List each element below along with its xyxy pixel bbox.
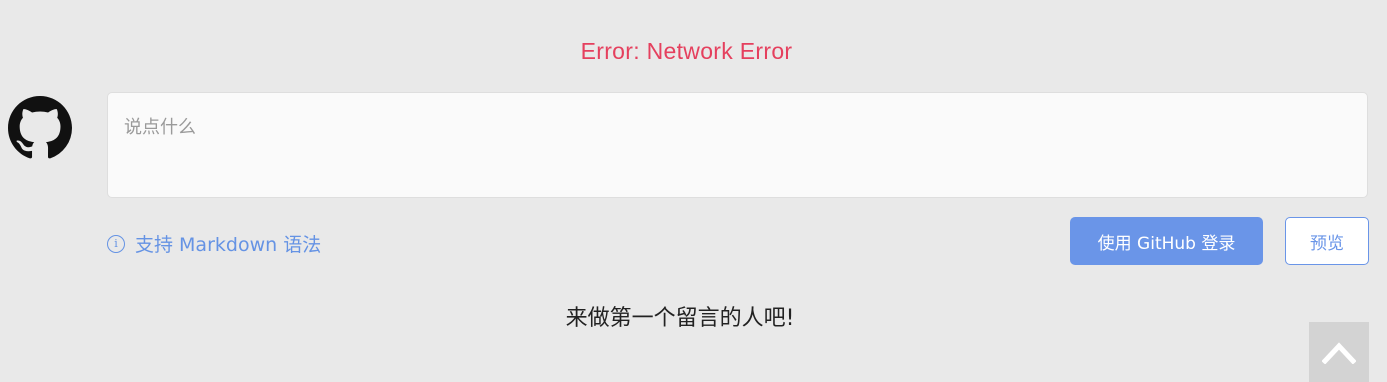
empty-comments-message: 来做第一个留言的人吧!: [565, 306, 795, 331]
info-icon: i: [107, 234, 125, 253]
error-message: Error: Network Error: [580, 38, 793, 64]
comment-editor: [107, 92, 1368, 198]
comment-widget: Error: Network Error i 支持 Markdown 语法 使用…: [0, 0, 1387, 382]
github-icon: [8, 96, 72, 159]
preview-button[interactable]: 预览: [1285, 217, 1369, 265]
markdown-help-label: 支持 Markdown 语法: [135, 234, 322, 256]
chevron-up-icon: [1322, 342, 1356, 364]
back-to-top-button[interactable]: [1309, 322, 1369, 382]
github-login-button[interactable]: 使用 GitHub 登录: [1070, 217, 1263, 265]
markdown-help-link[interactable]: i 支持 Markdown 语法: [107, 230, 321, 257]
avatar: [8, 96, 72, 160]
comment-input[interactable]: [108, 93, 1367, 197]
